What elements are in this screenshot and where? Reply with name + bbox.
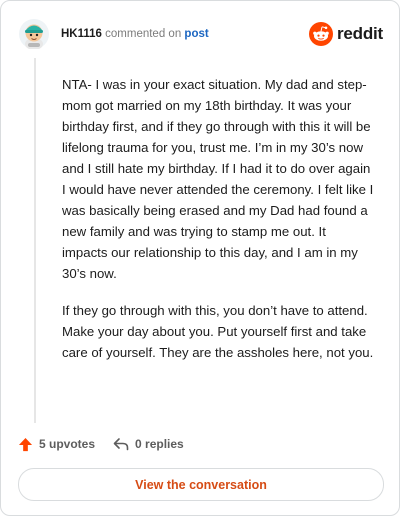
username[interactable]: HK1116 [61,28,102,40]
reddit-logo-icon [308,22,333,46]
comment-meta: HK1116 commented on post [61,28,209,40]
reply-arrow-icon [113,438,129,451]
avatar[interactable] [19,19,49,50]
comment-body: NTA- I was in your exact situation. My d… [62,74,374,379]
comment-header: HK1116 commented on post reddit [19,19,383,50]
upvote-arrow-icon [18,437,33,451]
reply-count: 0 replies [135,437,184,451]
reddit-logo[interactable]: reddit [308,21,383,47]
reddit-wordmark: reddit [336,24,383,43]
comment-paragraph: If they go through with this, you don’t … [62,303,374,360]
reply-button[interactable]: 0 replies [113,437,184,451]
view-conversation-button[interactable]: View the conversation [18,468,384,501]
action-text: commented on [105,28,182,40]
upvote-button[interactable]: 5 upvotes [18,437,95,452]
comment-card: HK1116 commented on post reddit NTA- I w… [0,0,400,516]
comment-paragraph: NTA- I was in your exact situation. My d… [62,77,374,281]
comment-actions: 5 upvotes 0 replies [18,433,184,455]
post-link[interactable]: post [184,28,208,40]
thread-line[interactable] [34,58,36,423]
upvote-count: 5 upvotes [39,437,96,451]
